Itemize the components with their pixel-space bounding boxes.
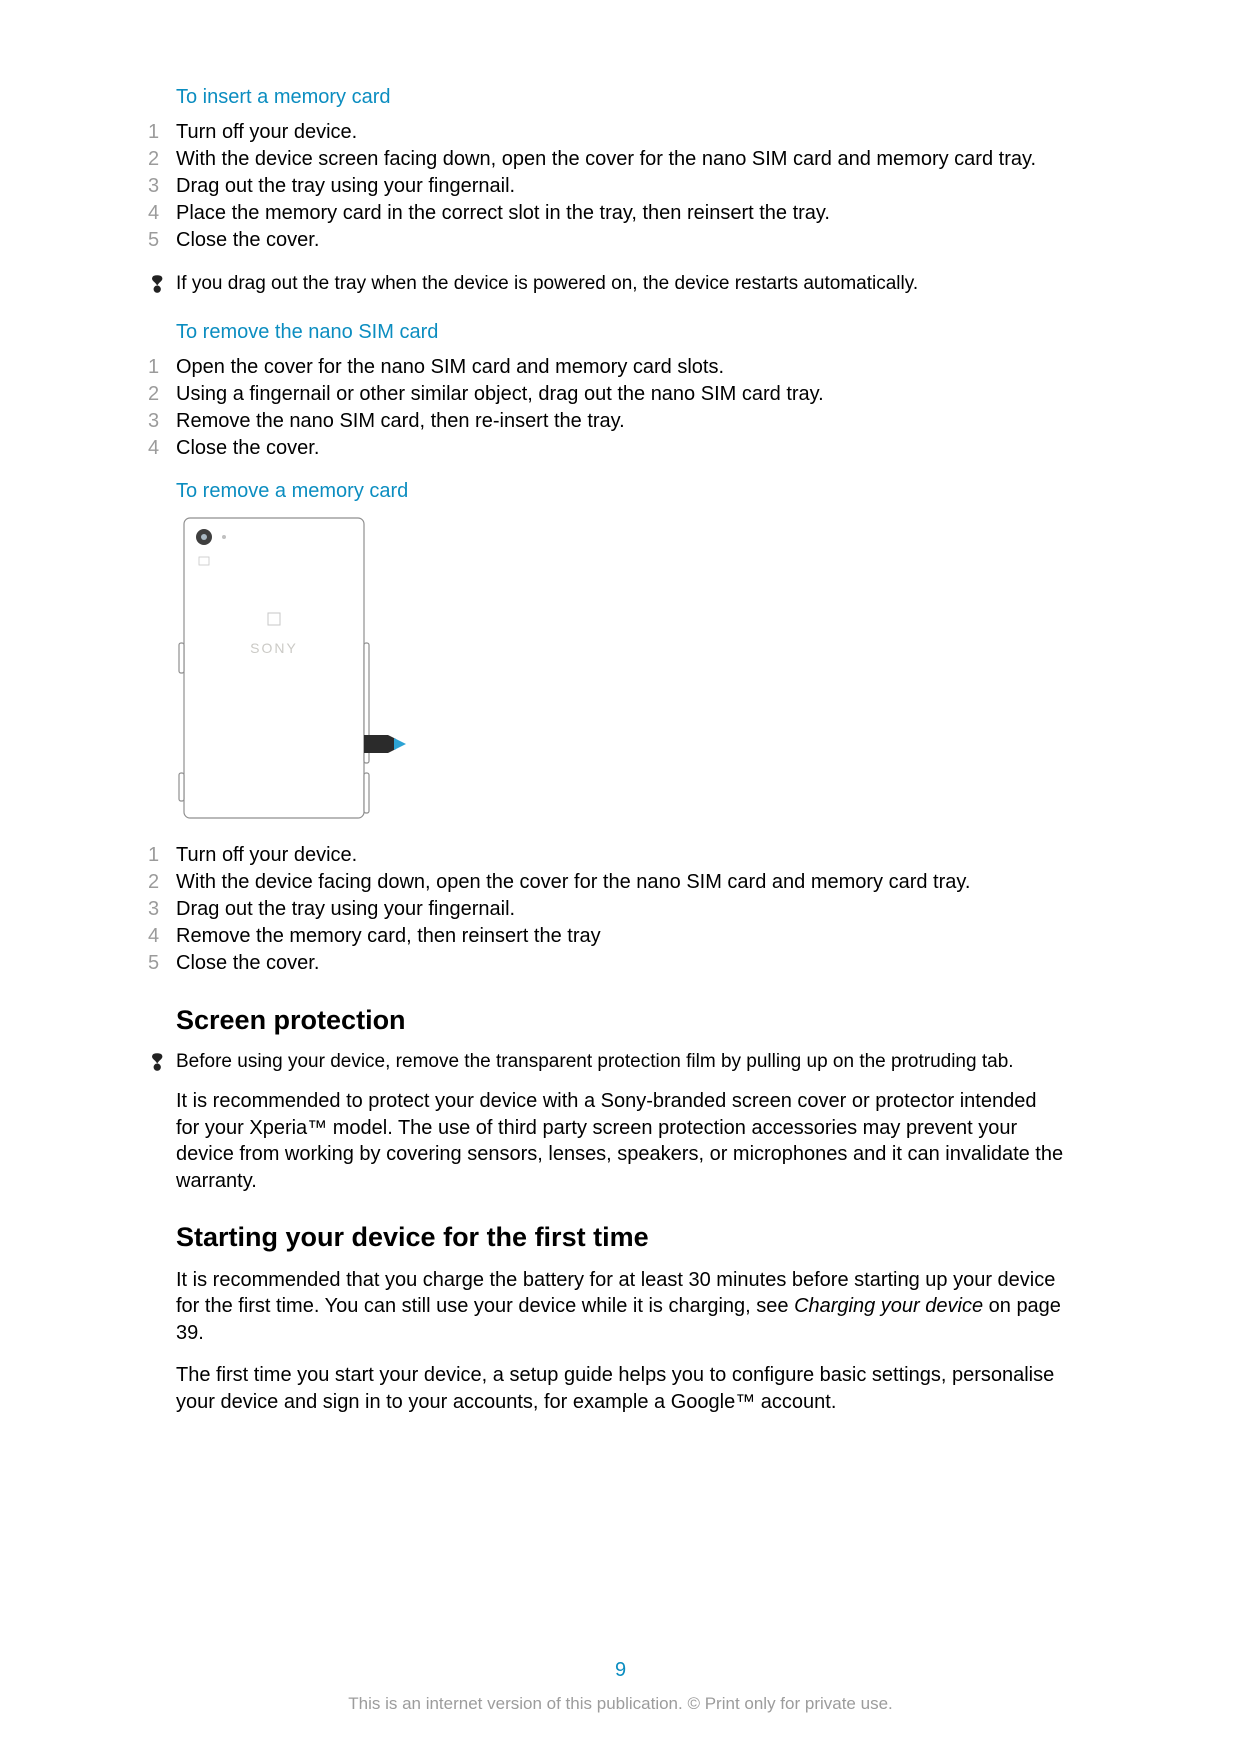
step-text: Remove the nano SIM card, then re-insert… [176, 408, 1065, 435]
device-illustration: SONY [176, 513, 1065, 828]
step-text: Drag out the tray using your fingernail. [176, 173, 1065, 200]
step-number: 5 [148, 950, 176, 977]
step-number: 5 [148, 227, 176, 254]
step-text: Using a fingernail or other similar obje… [176, 381, 1065, 408]
heading-screen-protection: Screen protection [176, 1005, 1065, 1036]
list-item: 3Drag out the tray using your fingernail… [148, 896, 1065, 923]
step-text: Drag out the tray using your fingernail. [176, 896, 1065, 923]
steps-remove-sim: 1Open the cover for the nano SIM card an… [148, 354, 1065, 462]
step-text: With the device screen facing down, open… [176, 146, 1065, 173]
note-restart-warning: ❢ If you drag out the tray when the devi… [148, 272, 1065, 297]
list-item: 5Close the cover. [148, 950, 1065, 977]
footer-text: This is an internet version of this publ… [0, 1694, 1241, 1714]
device-brand-label: SONY [250, 640, 298, 656]
step-number: 1 [148, 842, 176, 869]
step-number: 2 [148, 146, 176, 173]
page-content: To insert a memory card 1Turn off your d… [0, 0, 1241, 1415]
section-title-remove-memory: To remove a memory card [176, 480, 1065, 503]
step-text: Close the cover. [176, 950, 1065, 977]
step-number: 3 [148, 408, 176, 435]
list-item: 1Turn off your device. [148, 842, 1065, 869]
heading-first-start: Starting your device for the first time [176, 1222, 1065, 1253]
list-item: 2With the device screen facing down, ope… [148, 146, 1065, 173]
step-text: Remove the memory card, then reinsert th… [176, 923, 1065, 950]
exclamation-icon: ❢ [148, 1052, 176, 1074]
list-item: 4Place the memory card in the correct sl… [148, 200, 1065, 227]
step-number: 3 [148, 896, 176, 923]
para-first-start-1: It is recommended that you charge the ba… [176, 1267, 1065, 1346]
para-screen-protection: It is recommended to protect your device… [176, 1088, 1065, 1194]
list-item: 1Open the cover for the nano SIM card an… [148, 354, 1065, 381]
step-number: 1 [148, 119, 176, 146]
list-item: 3Drag out the tray using your fingernail… [148, 173, 1065, 200]
section-title-remove-sim: To remove the nano SIM card [176, 321, 1065, 344]
list-item: 2With the device facing down, open the c… [148, 869, 1065, 896]
exclamation-icon: ❢ [148, 274, 176, 296]
step-text: Turn off your device. [176, 119, 1065, 146]
step-number: 2 [148, 381, 176, 408]
steps-insert-memory: 1Turn off your device. 2With the device … [148, 119, 1065, 254]
page-number: 9 [0, 1659, 1241, 1682]
step-text: Turn off your device. [176, 842, 1065, 869]
step-number: 4 [148, 435, 176, 462]
step-text: Close the cover. [176, 227, 1065, 254]
note-text: Before using your device, remove the tra… [176, 1050, 1065, 1075]
list-item: 1Turn off your device. [148, 119, 1065, 146]
step-number: 1 [148, 354, 176, 381]
steps-remove-memory: 1Turn off your device. 2With the device … [148, 842, 1065, 977]
step-text: Place the memory card in the correct slo… [176, 200, 1065, 227]
step-text: Open the cover for the nano SIM card and… [176, 354, 1065, 381]
section-title-insert-memory: To insert a memory card [176, 86, 1065, 109]
step-text: With the device facing down, open the co… [176, 869, 1065, 896]
note-text: If you drag out the tray when the device… [176, 272, 1065, 297]
note-protection-film: ❢ Before using your device, remove the t… [148, 1050, 1065, 1075]
list-item: 4Close the cover. [148, 435, 1065, 462]
list-item: 5Close the cover. [148, 227, 1065, 254]
para-first-start-2: The first time you start your device, a … [176, 1362, 1065, 1415]
step-text: Close the cover. [176, 435, 1065, 462]
list-item: 4Remove the memory card, then reinsert t… [148, 923, 1065, 950]
step-number: 3 [148, 173, 176, 200]
step-number: 4 [148, 923, 176, 950]
list-item: 3Remove the nano SIM card, then re-inser… [148, 408, 1065, 435]
list-item: 2Using a fingernail or other similar obj… [148, 381, 1065, 408]
step-number: 4 [148, 200, 176, 227]
step-number: 2 [148, 869, 176, 896]
link-charging-device[interactable]: Charging your device [794, 1295, 983, 1317]
